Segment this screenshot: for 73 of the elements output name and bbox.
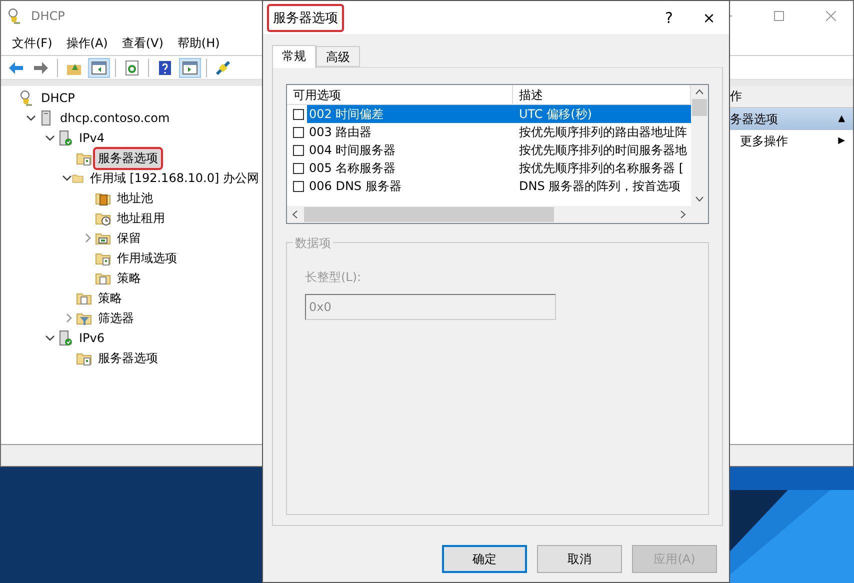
help-button[interactable]: ? xyxy=(649,8,689,26)
option-name[interactable]: 005 名称服务器 xyxy=(307,159,513,177)
help-icon xyxy=(157,60,173,76)
collapse-chevron-icon[interactable] xyxy=(45,134,55,142)
toolbar-button[interactable] xyxy=(179,58,201,78)
checkbox[interactable] xyxy=(293,126,304,138)
tree-item[interactable]: 保留 xyxy=(114,228,144,248)
dialog-button[interactable]: 取消 xyxy=(537,545,622,573)
tree-item[interactable]: 策略 xyxy=(95,288,125,308)
toolbar-button[interactable] xyxy=(88,58,110,78)
option-description: 按优先顺序排列的时间服务器地 xyxy=(518,142,688,159)
dialog-title: 服务器选项 xyxy=(267,4,344,32)
checkbox[interactable] xyxy=(293,108,304,120)
tree-item[interactable]: 服务器选项 xyxy=(95,148,161,168)
menu-item[interactable]: 文件(F) xyxy=(5,34,60,52)
tree-item[interactable]: 策略 xyxy=(114,268,144,288)
option-description: DNS 服务器的阵列，按首选项 xyxy=(518,178,682,195)
refresh-icon xyxy=(124,60,140,76)
arrow-icon: ▲ xyxy=(838,114,845,124)
field-label: 长整型(L): xyxy=(305,269,362,286)
expand-chevron-icon[interactable] xyxy=(84,233,92,243)
scrollbar-thumb[interactable] xyxy=(304,207,554,222)
actions-header: 作 xyxy=(730,88,742,105)
tree-item[interactable]: dhcp.contoso.com xyxy=(57,110,173,126)
menu-item[interactable]: 帮助(H) xyxy=(170,34,227,52)
group-title: 数据项 xyxy=(293,235,333,252)
forward-arrow-icon xyxy=(33,60,49,76)
horizontal-scrollbar[interactable] xyxy=(287,206,691,223)
tab[interactable]: 高级 xyxy=(316,46,360,67)
dialog-button[interactable]: 确定 xyxy=(442,545,527,573)
checkbox[interactable] xyxy=(293,162,304,174)
collapse-chevron-icon[interactable] xyxy=(62,174,72,182)
tree-item[interactable]: 地址租用 xyxy=(114,208,168,228)
tree-item[interactable]: 作用域 [192.168.10.0] 办公网 xyxy=(86,168,262,188)
action-pane-icon xyxy=(182,60,198,76)
dhcp-icon xyxy=(19,90,35,106)
tab[interactable]: 常规 xyxy=(272,45,316,68)
arrow-icon: ▶ xyxy=(838,136,845,146)
action-link[interactable]: 更多操作 xyxy=(740,132,788,150)
dhcp-icon xyxy=(7,8,23,24)
tree-item[interactable]: 作用域选项 xyxy=(114,248,180,268)
tree-item[interactable]: IPv6 xyxy=(76,330,108,346)
back-arrow-icon xyxy=(8,60,24,76)
scrollbar-thumb[interactable] xyxy=(692,99,707,116)
option-description: 按优先顺序排列的名称服务器 [ xyxy=(518,160,684,177)
window-title: DHCP xyxy=(31,9,65,23)
option-name[interactable]: 003 路由器 xyxy=(307,123,513,141)
tree-item[interactable]: 筛选器 xyxy=(95,308,137,328)
tree-item[interactable]: DHCP xyxy=(38,90,78,106)
menu-item[interactable]: 查看(V) xyxy=(114,34,170,52)
vertical-scrollbar[interactable] xyxy=(691,85,708,206)
option-description: UTC 偏移(秒) xyxy=(513,105,691,123)
option-name[interactable]: 002 时间偏差 xyxy=(307,105,513,123)
collapse-chevron-icon[interactable] xyxy=(45,334,55,342)
plug-icon xyxy=(215,60,231,76)
option-name[interactable]: 006 DNS 服务器 xyxy=(307,177,513,195)
tree-pane-icon xyxy=(91,60,107,76)
server-check-icon xyxy=(57,130,73,146)
expand-chevron-icon[interactable] xyxy=(65,313,73,323)
tree-item[interactable]: 服务器选项 xyxy=(95,348,161,368)
checkbox[interactable] xyxy=(293,144,304,156)
tree-item[interactable]: IPv4 xyxy=(76,130,108,146)
action-section-title[interactable]: 务器选项 xyxy=(730,110,778,128)
option-description: 按优先顺序排列的路由器地址阵 xyxy=(518,124,688,141)
maximize-icon[interactable] xyxy=(774,11,784,21)
collapse-chevron-icon[interactable] xyxy=(26,114,36,122)
server-check-icon xyxy=(57,330,73,346)
close-button[interactable]: × xyxy=(689,8,729,26)
tree-item[interactable]: 地址池 xyxy=(114,188,156,208)
checkbox[interactable] xyxy=(293,180,304,192)
menu-item[interactable]: 操作(A) xyxy=(59,34,115,52)
option-name[interactable]: 004 时间服务器 xyxy=(307,141,513,159)
close-icon[interactable] xyxy=(826,11,836,21)
